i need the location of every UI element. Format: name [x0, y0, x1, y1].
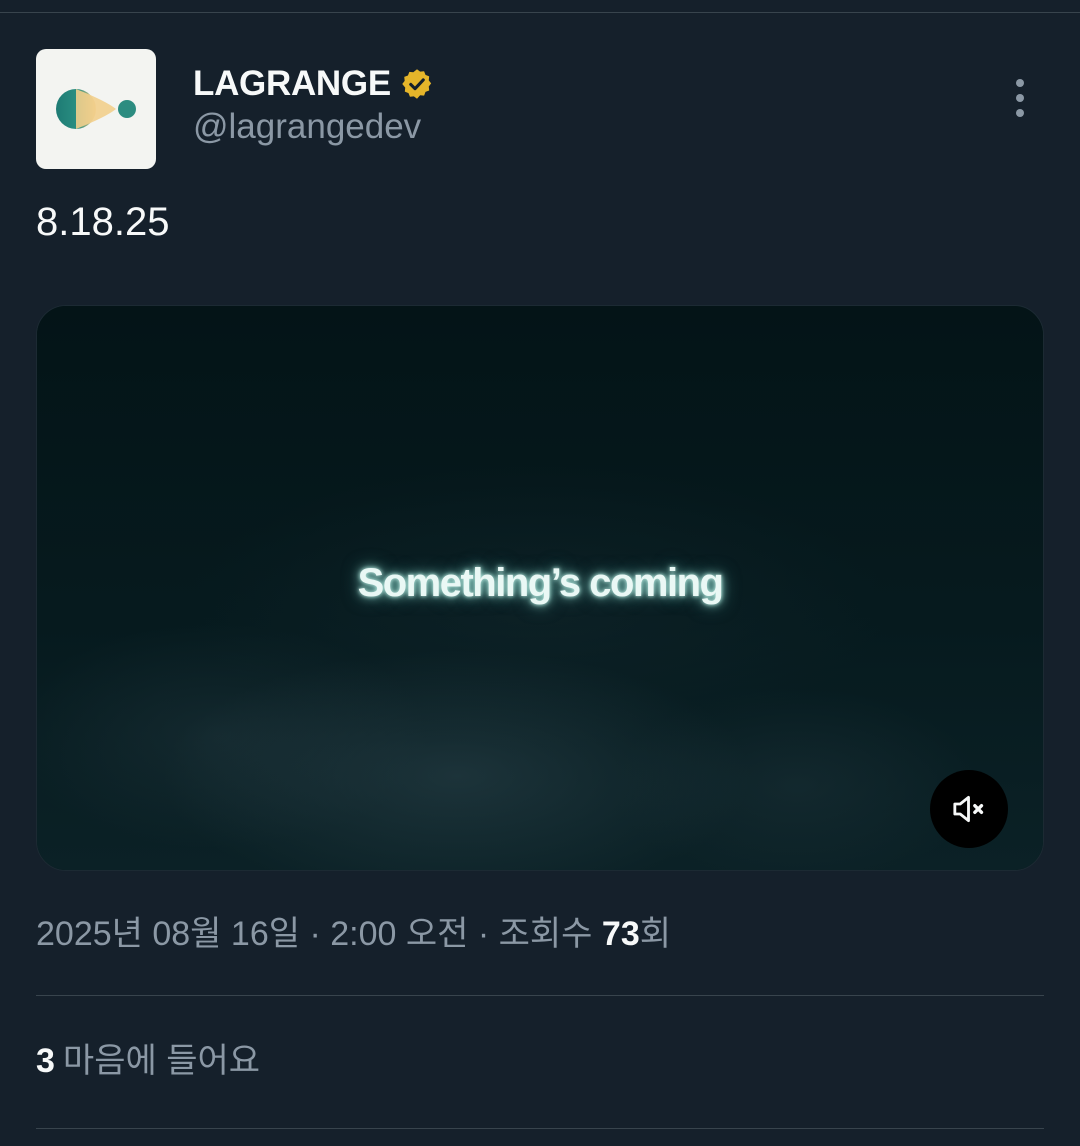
likes-link[interactable]: 3 마음에 들어요: [36, 1037, 260, 1085]
lagrange-logo-icon: [56, 89, 136, 129]
tweet-text: 8.18.25: [36, 200, 170, 244]
display-name[interactable]: LAGRANGE: [193, 62, 391, 106]
display-name-row[interactable]: LAGRANGE: [193, 62, 434, 106]
more-vertical-icon-dot: [1016, 109, 1024, 117]
speaker-muted-icon: [953, 795, 984, 823]
views-count: 73: [601, 915, 640, 953]
timestamp[interactable]: 2025년 08월 16일 · 2:00 오전 · 조회수: [36, 915, 602, 953]
likes-label: 마음에 들어요: [62, 1042, 261, 1080]
top-divider: [0, 12, 1080, 13]
more-vertical-icon-dot: [1016, 94, 1024, 102]
views-suffix: 회: [639, 915, 672, 953]
tweet-detail-page: LAGRANGE @lagrangedev 8.18.25 Something’…: [0, 0, 1080, 1146]
more-vertical-icon: [1016, 79, 1024, 87]
video-caption: Something’s coming: [357, 561, 724, 605]
tweet-meta: 2025년 08월 16일 · 2:00 오전 · 조회수 73회: [36, 910, 671, 958]
more-options-button[interactable]: [996, 74, 1044, 122]
divider: [36, 1128, 1044, 1129]
divider: [36, 995, 1044, 996]
mute-toggle-button[interactable]: [930, 770, 1008, 848]
handle[interactable]: @lagrangedev: [193, 105, 421, 149]
verified-badge-icon: [402, 69, 432, 99]
video-player[interactable]: Something’s coming: [36, 305, 1044, 871]
likes-count: 3: [36, 1042, 55, 1080]
avatar[interactable]: [36, 49, 156, 169]
